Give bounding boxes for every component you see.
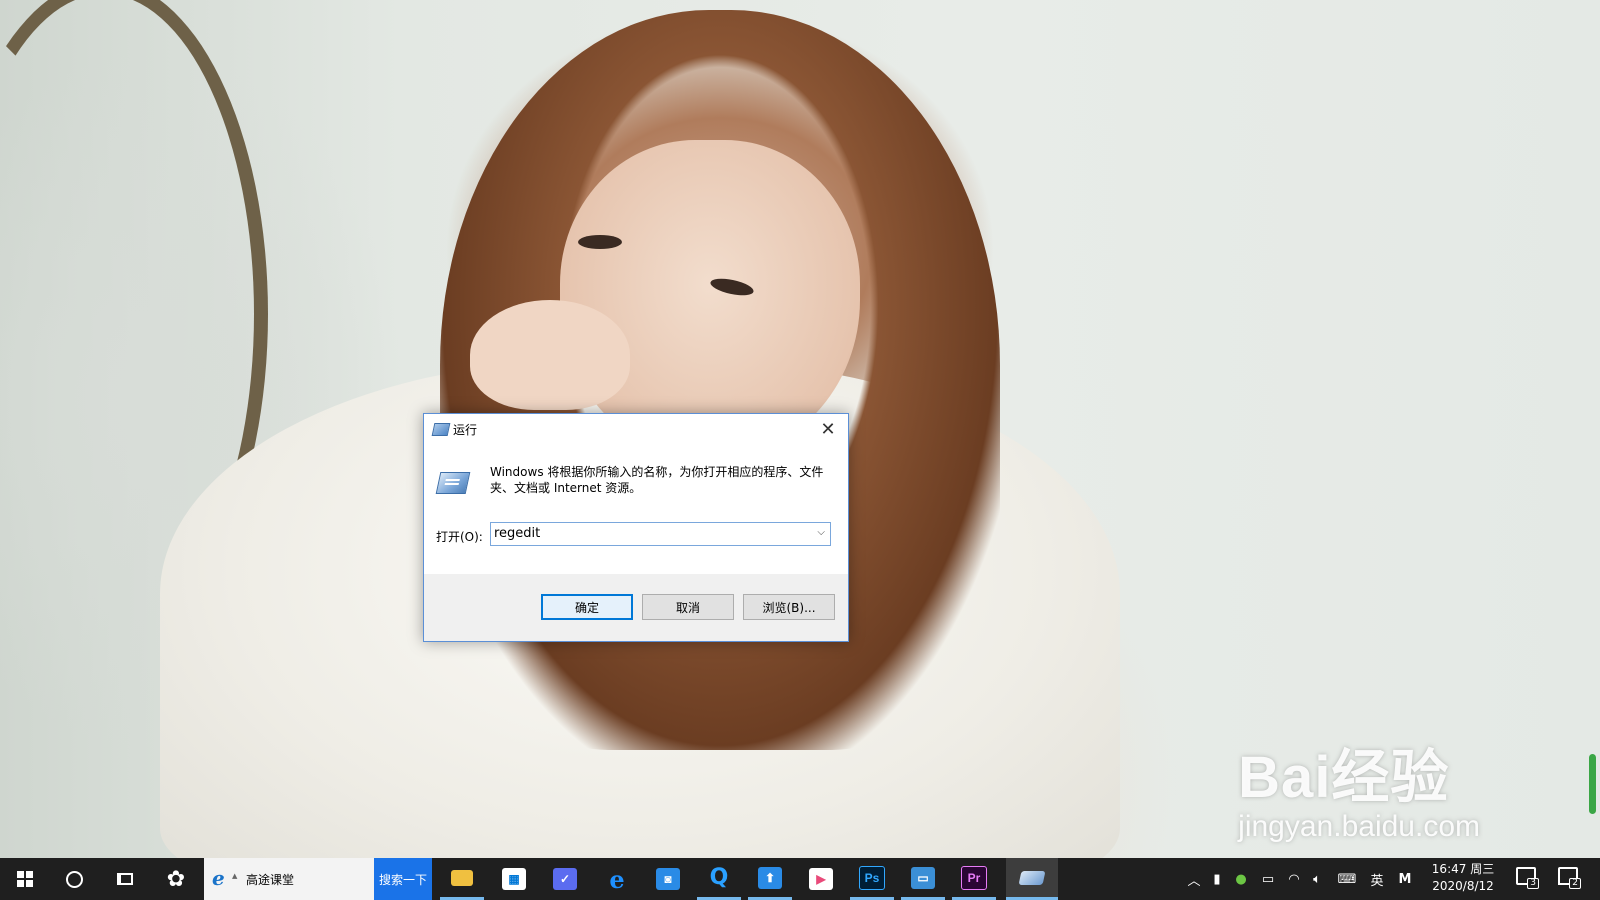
arrow-app-button[interactable]: ⬆ bbox=[748, 858, 792, 900]
search-input[interactable]: 高途课堂 bbox=[246, 871, 294, 888]
q-browser-icon: Q bbox=[709, 865, 729, 890]
search-button[interactable]: 搜索一下 bbox=[374, 858, 432, 900]
wallpaper-hand bbox=[470, 300, 630, 410]
task-view-icon bbox=[117, 873, 133, 885]
ime-language[interactable]: 英 bbox=[1366, 858, 1388, 900]
premiere-button[interactable]: Pr bbox=[952, 858, 996, 900]
watermark-url: jingyan.baidu.com bbox=[1238, 810, 1480, 843]
dialog-footer: 确定 取消 浏览(B)... bbox=[424, 574, 848, 641]
cancel-button[interactable]: 取消 bbox=[642, 594, 734, 620]
side-scroll-indicator bbox=[1589, 754, 1596, 814]
show-hidden-icons-button[interactable]: ︿ bbox=[1182, 858, 1206, 900]
feather-app-button[interactable]: ✓ bbox=[543, 858, 587, 900]
run-icon bbox=[435, 472, 471, 494]
clock-date: 2020/8/12 bbox=[1432, 879, 1494, 893]
close-icon: ✕ bbox=[820, 418, 836, 440]
dialog-body: Windows 将根据你所输入的名称，为你打开相应的程序、文件夹、文档或 Int… bbox=[424, 444, 848, 584]
taskbar: ✿ e ▲ 高途课堂 搜索一下 ▦ ✓ e ◙ Q ⬆ ▶ Ps ▭ Pr ︿ bbox=[0, 858, 1600, 900]
edge-button[interactable]: e bbox=[595, 858, 639, 900]
wallpaper-eye-left bbox=[578, 235, 622, 249]
tray-usb-icon[interactable]: ▮ bbox=[1206, 858, 1228, 900]
run-dialog: 运行 ✕ Windows 将根据你所输入的名称，为你打开相应的程序、文件夹、文档… bbox=[423, 413, 849, 642]
ok-button[interactable]: 确定 bbox=[541, 594, 633, 620]
dialog-description: Windows 将根据你所输入的名称，为你打开相应的程序、文件夹、文档或 Int… bbox=[490, 465, 824, 495]
browse-button[interactable]: 浏览(B)... bbox=[743, 594, 835, 620]
clock-time: 16:47 周三 bbox=[1431, 862, 1495, 876]
battery-icon[interactable]: ▭ bbox=[1256, 858, 1280, 900]
ie-logo-icon: e bbox=[212, 866, 225, 890]
chevron-down-icon[interactable]: ⌵ bbox=[817, 527, 825, 538]
chevron-up-icon: ︿ bbox=[1187, 873, 1201, 889]
folder-icon bbox=[451, 869, 473, 886]
pinwheel-icon: ✿ bbox=[166, 866, 186, 892]
feather-icon: ✓ bbox=[553, 868, 577, 890]
baidu-watermark: Bai经验 jingyan.baidu.com bbox=[1238, 730, 1480, 844]
volume-icon[interactable]: 🔈︎ bbox=[1306, 858, 1328, 900]
run-icon bbox=[1018, 870, 1046, 885]
keyboard-icon[interactable]: ⌨ bbox=[1332, 858, 1362, 900]
photoshop-button[interactable]: Ps bbox=[850, 858, 894, 900]
arrow-up-icon: ⬆ bbox=[758, 866, 782, 889]
media-app-button[interactable]: ▶ bbox=[799, 858, 843, 900]
start-button[interactable] bbox=[3, 858, 47, 900]
premiere-icon: Pr bbox=[961, 865, 987, 890]
task-view-button[interactable] bbox=[103, 858, 147, 900]
dialog-title: 运行 bbox=[453, 423, 478, 437]
run-title-icon bbox=[431, 423, 451, 436]
action-center-count: 3 bbox=[1527, 878, 1539, 889]
file-explorer-button[interactable] bbox=[440, 858, 484, 900]
edge-icon: e bbox=[609, 864, 625, 894]
ime-mode[interactable]: M bbox=[1394, 858, 1416, 900]
photoshop-icon: Ps bbox=[859, 865, 885, 890]
store-button[interactable]: ▦ bbox=[492, 858, 536, 900]
notification-count: 2 bbox=[1569, 878, 1581, 889]
windows-logo-icon bbox=[17, 871, 33, 887]
cortana-button[interactable] bbox=[52, 858, 96, 900]
taskbar-search-box[interactable]: e ▲ 高途课堂 bbox=[204, 858, 374, 900]
store-bag-icon: ▦ bbox=[502, 868, 526, 890]
wifi-icon[interactable]: ◠ bbox=[1283, 858, 1305, 900]
run-taskbar-button[interactable] bbox=[1006, 858, 1058, 900]
close-button[interactable]: ✕ bbox=[808, 414, 848, 444]
tray-security-icon[interactable]: ● bbox=[1230, 858, 1252, 900]
wallpaper-face bbox=[560, 140, 860, 460]
action-center-icon[interactable]: 3 bbox=[1516, 867, 1539, 889]
window-app-button[interactable]: ▭ bbox=[901, 858, 945, 900]
open-label: 打开(O): bbox=[436, 530, 483, 544]
wallpaper-eye-right bbox=[709, 275, 755, 299]
command-input[interactable] bbox=[494, 526, 804, 541]
pinwheel-app-button[interactable]: ✿ bbox=[154, 858, 198, 900]
cortana-circle-icon bbox=[65, 870, 83, 888]
watermark-brand: Bai经验 bbox=[1238, 745, 1450, 810]
media-icon: ▶ bbox=[809, 868, 833, 890]
lock-icon: ◙ bbox=[656, 868, 680, 890]
q-browser-button[interactable]: Q bbox=[697, 858, 741, 900]
dialog-titlebar[interactable]: 运行 ✕ bbox=[424, 414, 848, 444]
command-combobox[interactable]: ⌵ bbox=[490, 522, 831, 546]
search-engine-dropdown-icon[interactable]: ▲ bbox=[232, 872, 237, 880]
notification-icon[interactable]: 2 bbox=[1558, 867, 1581, 889]
clock[interactable]: 16:47 周三 2020/8/12 bbox=[1424, 861, 1502, 895]
lock-app-button[interactable]: ◙ bbox=[646, 858, 690, 900]
window-icon: ▭ bbox=[911, 866, 935, 889]
